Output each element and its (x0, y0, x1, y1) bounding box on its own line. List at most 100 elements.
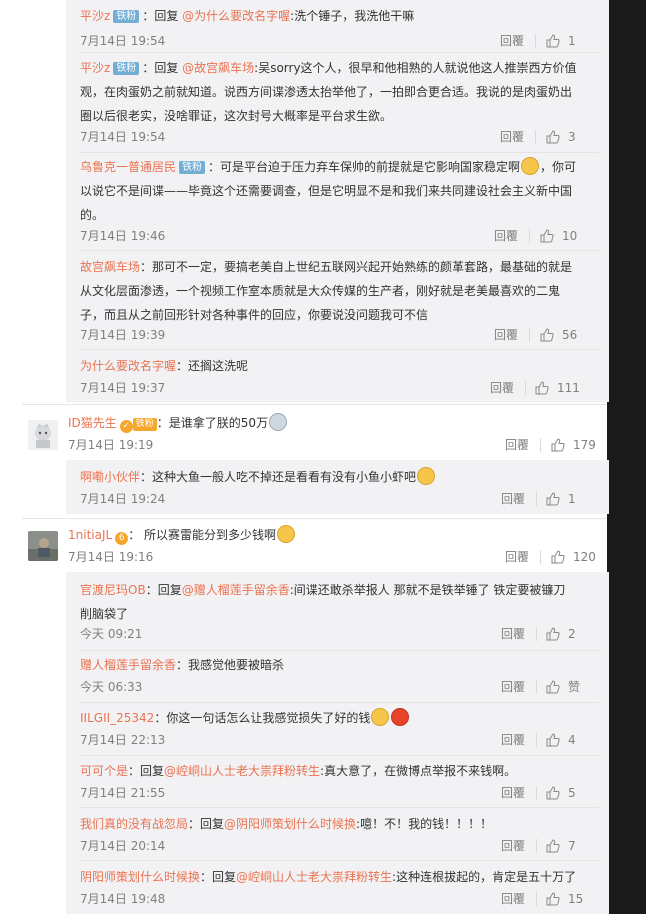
reply-box: 官渡尼玛OB：回复@赠人榴莲手留余香:间谍还敢杀举报人 那就不是铁举锤了 铁定要… (66, 572, 609, 914)
laugh-cry-emoji-icon (521, 157, 540, 175)
like-button[interactable]: 15 (546, 889, 583, 909)
reply-button[interactable]: 回覆 (494, 226, 518, 246)
fan-badge: 铁粉 (113, 10, 140, 23)
divider (536, 492, 537, 506)
like-count: 111 (557, 381, 580, 395)
user-name-link[interactable]: 1nitiaJL (68, 528, 112, 542)
thumb-up-icon (546, 839, 560, 853)
list-item: 平沙z 铁粉 ：回复 @故宫飙车场:吴sorry这个人，很早和他相熟的人就说他这人推… (80, 56, 599, 148)
list-item: 啊嘞小伙伴：这种大鱼一般人吃不掉还是看看有没有小鱼小虾吧 7月14日 19:24… (80, 465, 599, 509)
reply-button[interactable]: 回覆 (501, 889, 525, 909)
reply-button[interactable]: 回覆 (501, 677, 525, 697)
reply-button[interactable]: 回覆 (490, 378, 514, 398)
timestamp: 7月14日 19:54 (80, 34, 166, 48)
like-count: 10 (562, 229, 578, 243)
list-item: 可可个是：回复@崆峒山人士老大祟拜粉转生:真大意了，在微博点举报不来钱啊。 7月… (80, 759, 599, 803)
thumb-up-icon (546, 492, 560, 506)
avatar[interactable] (28, 420, 58, 450)
user-name-link[interactable]: 平沙z (80, 61, 110, 75)
divider (80, 702, 599, 703)
like-button[interactable]: 赞 (546, 677, 580, 697)
mention-link[interactable]: @崆峒山人士老大祟拜粉转生 (236, 870, 392, 884)
divider (536, 733, 537, 747)
timestamp: 7月14日 22:13 (80, 733, 166, 747)
reply-button[interactable]: 回覆 (505, 547, 529, 567)
user-name-link[interactable]: IILGII_25342 (80, 711, 154, 725)
divider (529, 328, 530, 342)
user-name-link[interactable]: 官渡尼玛OB (80, 583, 146, 597)
reply-button[interactable]: 回覆 (501, 783, 525, 803)
like-button[interactable]: 4 (546, 730, 576, 750)
wink-emoji-icon (269, 413, 288, 431)
divider (529, 229, 530, 243)
divider (80, 755, 599, 756)
timestamp: 7月14日 19:16 (68, 550, 154, 564)
user-name-link[interactable]: 乌鲁克一普通居民 (80, 160, 176, 174)
like-button[interactable]: 56 (540, 325, 577, 345)
thumb-up-icon (546, 733, 560, 747)
mention-link[interactable]: @阴阳师策划什么时候换 (224, 817, 356, 831)
user-name-link[interactable]: ID猫先生 (68, 416, 117, 430)
like-count: 2 (568, 627, 576, 641)
reply-button[interactable]: 回覆 (500, 31, 524, 51)
user-name-link[interactable]: 阴阳师策划什么时候换 (80, 870, 200, 884)
photo-avatar-icon (28, 531, 58, 561)
thumb-up-icon (540, 328, 554, 342)
mention-link[interactable]: @为什么要改名字喔 (182, 9, 290, 23)
mention-link[interactable]: @赠人榴莲手留余香 (182, 583, 290, 597)
user-name-link[interactable]: 我们真的没有战忽局 (80, 817, 188, 831)
like-button[interactable]: 5 (546, 783, 576, 803)
timestamp: 7月14日 21:55 (80, 786, 166, 800)
list-item: 我们真的没有战忽局：回复@阴阳师策划什么时候换:噫！不！我的钱！！！！ 7月14… (80, 812, 599, 856)
mention-link[interactable]: @崆峒山人士老大祟拜粉转生 (164, 764, 320, 778)
divider (536, 680, 537, 694)
user-name-link[interactable]: 可可个是 (80, 764, 128, 778)
avatar[interactable] (28, 531, 58, 561)
like-count: 7 (568, 839, 576, 853)
like-button[interactable]: 111 (535, 378, 580, 398)
like-count: 179 (573, 438, 596, 452)
list-item: 为什么要改名字喔：还搁这洗呢 7月14日 19:37 回覆 111 (80, 354, 599, 398)
fan-badge: 铁粉 (113, 62, 140, 75)
list-item: 赠人榴莲手留余香：我感觉他要被暗杀 今天 06:33 回覆 赞 (80, 653, 599, 697)
divider (80, 250, 599, 251)
like-count: 120 (573, 550, 596, 564)
list-item: 平沙z 铁粉 ：回复 @为什么要改名字喔:洗个锤子，我洗他干嘛 7月14日 19:5… (80, 4, 599, 48)
divider (540, 550, 541, 564)
user-name-link[interactable]: 平沙z (80, 9, 110, 23)
thumb-up-icon (551, 438, 565, 452)
reply-button[interactable]: 回覆 (501, 836, 525, 856)
reply-box: 平沙z 铁粉 ：回复 @为什么要改名字喔:洗个锤子，我洗他干嘛 7月14日 19:5… (66, 0, 609, 402)
like-button[interactable]: 10 (540, 226, 577, 246)
like-button[interactable]: 179 (551, 435, 596, 455)
thumb-up-icon (546, 786, 560, 800)
mention-link[interactable]: @故宫飙车场 (182, 61, 254, 75)
right-dark-rail (607, 0, 646, 914)
reply-button[interactable]: 回覆 (501, 730, 525, 750)
comment: ID猫先生 ✓ 铁粉 ：是谁拿了朕的50万 7月14日 19:19 回覆 179 (68, 411, 598, 455)
like-button[interactable]: 120 (551, 547, 596, 567)
reply-button[interactable]: 回覆 (500, 127, 524, 147)
list-item: 乌鲁克一普通居民 铁粉 ：可是平台迫于压力弃车保帅的前提就是它影响国家稳定啊 ，你可 … (80, 155, 599, 247)
like-button[interactable]: 3 (546, 127, 576, 147)
reply-box: 啊嘞小伙伴：这种大鱼一般人吃不掉还是看看有没有小鱼小虾吧 7月14日 19:24… (66, 460, 609, 514)
reply-button[interactable]: 回覆 (501, 624, 525, 644)
like-button[interactable]: 1 (546, 31, 576, 51)
like-button[interactable]: 2 (546, 624, 576, 644)
like-count: 1 (568, 492, 576, 506)
timestamp: 7月14日 19:19 (68, 438, 154, 452)
like-button[interactable]: 1 (546, 489, 576, 509)
like-button[interactable]: 7 (546, 836, 576, 856)
reply-button[interactable]: 回覆 (494, 325, 518, 345)
thumb-up-icon (551, 550, 565, 564)
like-count: 56 (562, 328, 578, 342)
user-name-link[interactable]: 啊嘞小伙伴 (80, 470, 140, 484)
user-name-link[interactable]: 赠人榴莲手留余香 (80, 658, 176, 672)
timestamp: 今天 06:33 (80, 680, 143, 694)
reply-button[interactable]: 回覆 (505, 435, 529, 455)
user-name-link[interactable]: 为什么要改名字喔 (80, 359, 176, 373)
reply-button[interactable]: 回覆 (501, 489, 525, 509)
user-name-link[interactable]: 故宫飙车场 (80, 260, 140, 274)
thumb-up-icon (540, 229, 554, 243)
angry-emoji-icon (391, 708, 410, 726)
